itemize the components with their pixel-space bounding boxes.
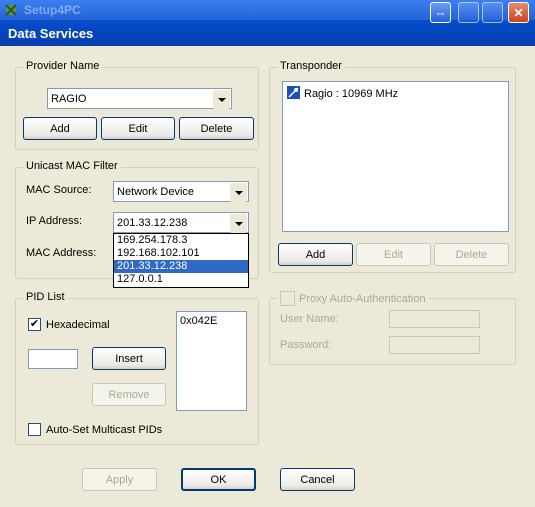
ip-address-value: 201.33.12.238 bbox=[117, 216, 188, 229]
pid-input[interactable] bbox=[28, 349, 78, 369]
ip-address-dropdown[interactable]: 169.254.178.3 192.168.102.101 201.33.12.23… bbox=[113, 233, 249, 288]
provider-delete-button[interactable]: Delete bbox=[179, 117, 254, 140]
provider-add-button[interactable]: Add bbox=[23, 117, 97, 140]
provider-select-value: RAGIO bbox=[51, 92, 87, 105]
unicast-legend: Unicast MAC Filter bbox=[23, 160, 121, 172]
close-icon[interactable]: ✕ bbox=[508, 2, 529, 23]
pid-legend: PID List bbox=[23, 291, 68, 303]
checkmark-icon: ✔ bbox=[29, 318, 40, 330]
pid-list[interactable]: 0x042E bbox=[176, 311, 247, 411]
app-icon bbox=[5, 4, 17, 16]
user-name-label: User Name: bbox=[280, 313, 339, 325]
proxy-checkbox[interactable] bbox=[280, 291, 295, 306]
pid-list-items: 0x042E bbox=[180, 315, 243, 327]
provider-legend: Provider Name bbox=[23, 60, 103, 72]
restore-icon[interactable]: ⇔ bbox=[430, 2, 451, 23]
password-label: Password: bbox=[280, 339, 332, 351]
mac-address-label: MAC Address: bbox=[26, 247, 97, 259]
hexadecimal-checkbox[interactable]: ✔ bbox=[28, 318, 41, 331]
ip-address-option[interactable]: 192.168.102.101 bbox=[114, 247, 248, 260]
ip-address-options: 169.254.178.3 192.168.102.101 201.33.12.23… bbox=[114, 234, 248, 286]
provider-edit-button[interactable]: Edit bbox=[101, 117, 175, 140]
maximize-icon[interactable] bbox=[482, 2, 503, 23]
chevron-down-icon[interactable] bbox=[213, 90, 230, 109]
pid-remove-button[interactable]: Remove bbox=[92, 383, 166, 406]
transponder-add-button[interactable]: Add bbox=[278, 243, 353, 266]
list-item[interactable]: Ragio : 10969 MHz bbox=[287, 86, 504, 100]
list-item-label: Ragio : 10969 MHz bbox=[304, 88, 399, 100]
ok-button[interactable]: OK bbox=[181, 468, 256, 491]
ip-address-select[interactable]: 201.33.12.238 bbox=[113, 212, 249, 233]
proxy-group bbox=[269, 298, 516, 365]
ip-address-option[interactable]: 201.33.12.238 bbox=[114, 260, 248, 273]
pid-insert-button[interactable]: Insert bbox=[92, 347, 166, 370]
proxy-legend: Proxy Auto-Authentication bbox=[277, 291, 429, 306]
transponder-list-items: Ragio : 10969 MHz bbox=[287, 86, 504, 100]
ip-address-label: IP Address: bbox=[26, 215, 83, 227]
satellite-icon bbox=[287, 86, 300, 99]
transponder-delete-button[interactable]: Delete bbox=[434, 243, 509, 266]
transponder-list[interactable]: Ragio : 10969 MHz bbox=[282, 81, 509, 232]
dialog-title: Data Services bbox=[8, 26, 94, 41]
ip-address-option[interactable]: 127.0.0.1 bbox=[114, 273, 248, 286]
password-field[interactable] bbox=[389, 336, 480, 354]
chevron-down-icon[interactable] bbox=[230, 214, 247, 233]
background-window-title: Setup4PC bbox=[24, 3, 81, 17]
chevron-down-icon[interactable] bbox=[230, 183, 247, 202]
ip-address-option[interactable]: 169.254.178.3 bbox=[114, 234, 248, 247]
list-item[interactable]: 0x042E bbox=[180, 315, 243, 327]
proxy-legend-label: Proxy Auto-Authentication bbox=[299, 292, 426, 305]
mac-source-select[interactable]: Network Device bbox=[113, 181, 249, 202]
cancel-button[interactable]: Cancel bbox=[280, 468, 355, 491]
mac-source-value: Network Device bbox=[117, 185, 195, 198]
auto-set-label: Auto-Set Multicast PIDs bbox=[46, 424, 163, 436]
transponder-legend: Transponder bbox=[277, 60, 345, 72]
provider-select[interactable]: RAGIO bbox=[47, 88, 232, 109]
minimize-icon[interactable] bbox=[458, 2, 479, 23]
auto-set-checkbox[interactable] bbox=[28, 423, 41, 436]
apply-button[interactable]: Apply bbox=[82, 468, 157, 491]
transponder-edit-button[interactable]: Edit bbox=[356, 243, 431, 266]
user-name-field[interactable] bbox=[389, 310, 480, 328]
mac-source-label: MAC Source: bbox=[26, 184, 92, 196]
hexadecimal-label: Hexadecimal bbox=[46, 319, 110, 331]
